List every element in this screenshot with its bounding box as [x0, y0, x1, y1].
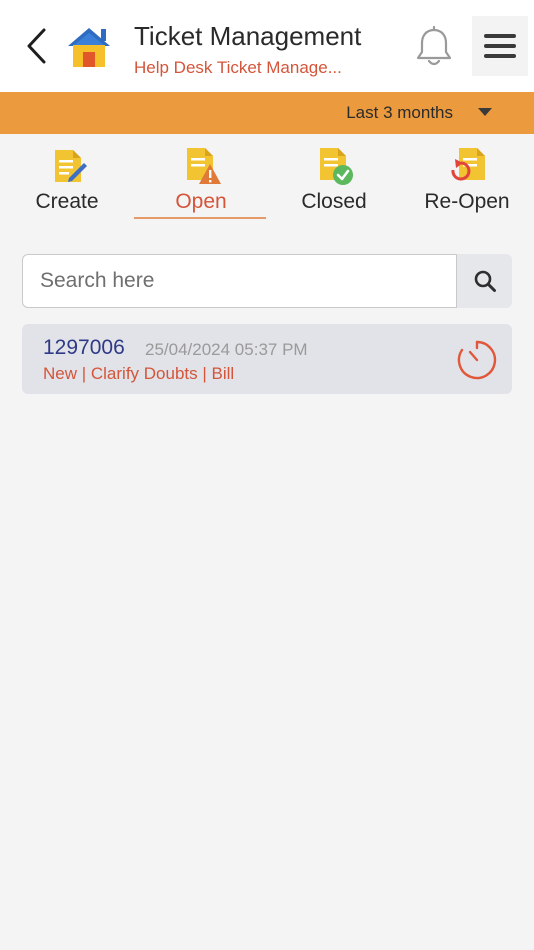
create-ticket-icon	[55, 150, 87, 182]
page-subtitle: Help Desk Ticket Manage...	[134, 58, 342, 77]
app-header: Ticket Management Help Desk Ticket Manag…	[0, 0, 534, 92]
active-tab-indicator	[134, 217, 266, 219]
timer-icon	[457, 340, 497, 380]
open-ticket-icon	[187, 148, 221, 184]
caret-down-icon	[478, 108, 492, 116]
ticket-id: 1297006	[43, 336, 125, 359]
tab-open[interactable]: Open	[134, 140, 268, 219]
bell-icon	[416, 25, 452, 66]
tab-reopen[interactable]: Re-Open	[400, 140, 534, 218]
tab-create-label: Create	[35, 190, 99, 213]
ticket-list-item[interactable]: 1297006 25/04/2024 05:37 PM New | Clarif…	[22, 324, 512, 394]
search-button[interactable]	[457, 254, 512, 308]
home-button[interactable]	[66, 24, 112, 70]
closed-ticket-icon	[320, 148, 353, 185]
tab-open-label: Open	[175, 190, 227, 213]
tab-create[interactable]: Create	[0, 140, 134, 218]
header-titles: Ticket Management Help Desk Ticket Manag…	[134, 20, 404, 80]
menu-bar-1	[484, 34, 516, 38]
menu-bar-3	[484, 54, 516, 58]
home-icon	[68, 28, 110, 67]
tab-closed[interactable]: Closed	[267, 140, 401, 218]
notifications-button[interactable]	[414, 25, 454, 68]
tab-reopen-label: Re-Open	[424, 190, 510, 213]
tab-closed-label: Closed	[301, 190, 367, 213]
menu-bar-2	[484, 44, 516, 48]
hamburger-menu-button[interactable]	[472, 16, 528, 76]
page-title: Ticket Management	[134, 21, 362, 51]
date-range-dropdown[interactable]: Last 3 months	[0, 92, 534, 134]
ticket-datetime: 25/04/2024 05:37 PM	[145, 340, 308, 359]
reopen-ticket-icon	[451, 148, 485, 181]
search-icon	[474, 270, 496, 292]
ticket-tabs: Create Open Closed Re-Open	[0, 140, 534, 222]
date-range-label: Last 3 months	[346, 103, 453, 122]
back-button[interactable]	[22, 26, 52, 66]
search-bar	[22, 254, 512, 308]
ticket-meta: New | Clarify Doubts | Bill	[43, 364, 235, 383]
search-input[interactable]	[22, 254, 457, 308]
chevron-left-icon	[27, 28, 46, 64]
